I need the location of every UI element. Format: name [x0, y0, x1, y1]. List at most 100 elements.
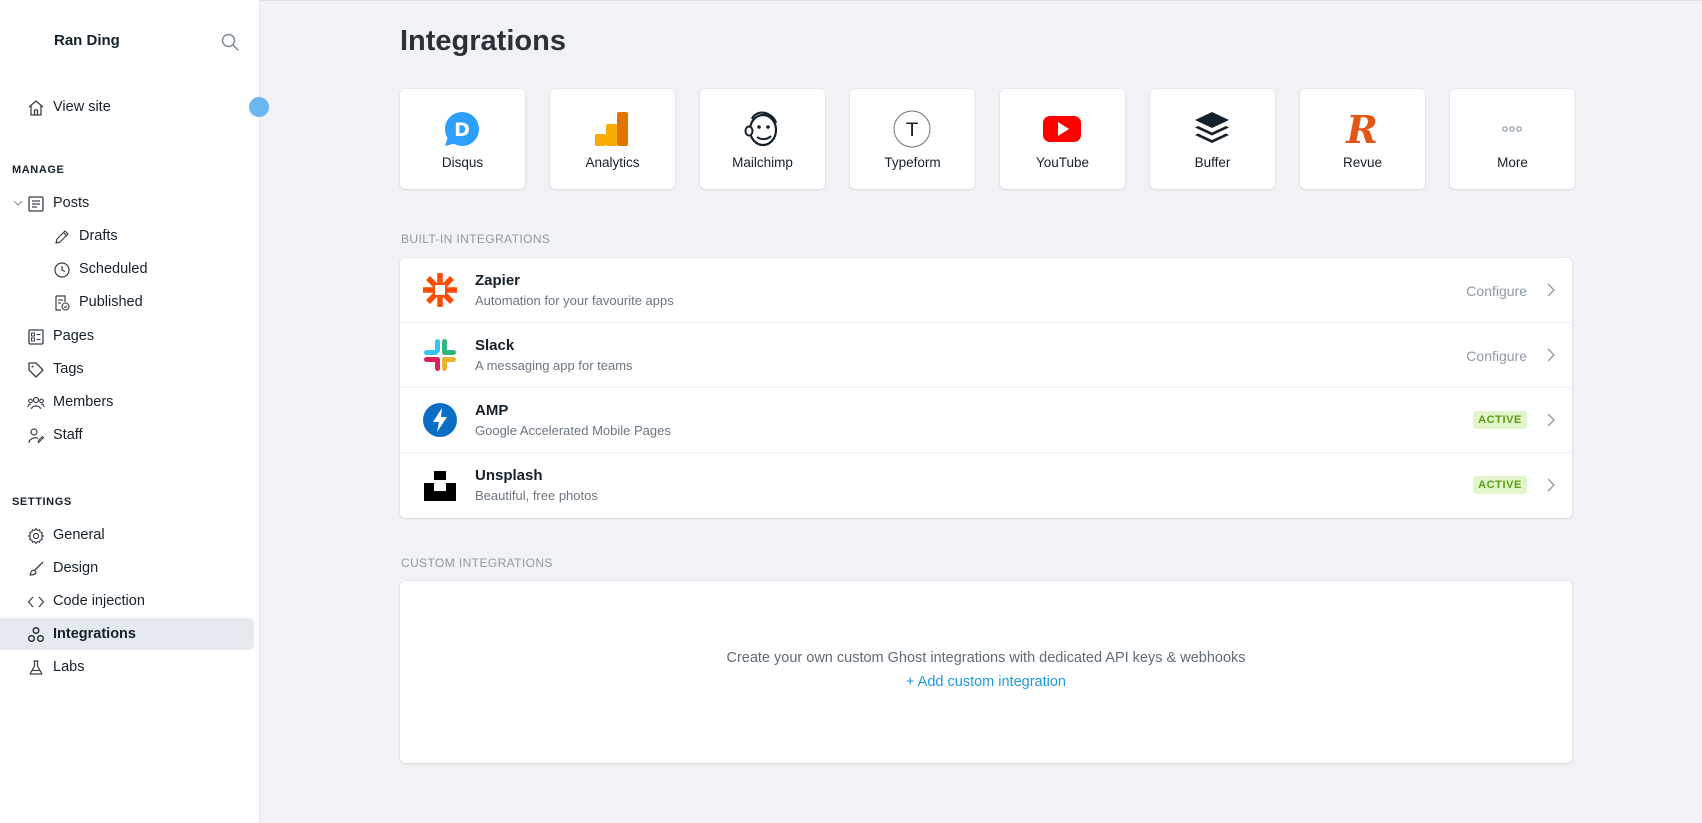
tag-icon: [28, 362, 44, 378]
manage-section-title: MANAGE: [12, 164, 65, 176]
chevron-right-icon: [1547, 478, 1555, 492]
sidebar-item-label: Labs: [53, 659, 85, 675]
tile-label: Buffer: [1194, 155, 1231, 170]
tile-label: Analytics: [585, 155, 640, 170]
chevron-right-icon: [1547, 348, 1555, 362]
zapier-icon: [423, 273, 457, 307]
sidebar-item-label: Published: [79, 294, 143, 310]
sidebar-item-published[interactable]: Published: [0, 286, 254, 318]
sidebar: Ran Ding View site MANAGE Posts Drafts S…: [0, 0, 269, 823]
tile-youtube[interactable]: YouTube: [1000, 89, 1125, 189]
sidebar-item-label: Posts: [53, 195, 90, 211]
integration-description: Google Accelerated Mobile Pages: [475, 423, 671, 438]
sidebar-item-label: Code injection: [53, 593, 145, 609]
active-badge: ACTIVE: [1473, 476, 1527, 494]
tile-label: Disqus: [441, 155, 484, 170]
sidebar-item-label: Members: [53, 394, 114, 410]
unsplash-icon: [424, 471, 456, 501]
configure-button[interactable]: Configure: [1466, 283, 1527, 299]
sidebar-item-scheduled[interactable]: Scheduled: [0, 253, 254, 285]
sidebar-item-label: Integrations: [53, 626, 136, 642]
revue-icon: R: [1345, 109, 1378, 149]
tile-buffer[interactable]: Buffer: [1150, 89, 1275, 189]
amp-icon: [423, 403, 457, 437]
site-title[interactable]: Ran Ding: [54, 32, 120, 49]
sidebar-item-integrations[interactable]: Integrations: [0, 618, 254, 650]
published-icon: [55, 295, 70, 311]
sidebar-item-label: Pages: [53, 328, 95, 344]
integration-name: Slack: [475, 337, 515, 354]
buffer-icon: [1195, 112, 1229, 143]
sidebar-item-posts[interactable]: Posts: [0, 187, 254, 219]
integration-name: Unsplash: [475, 467, 543, 484]
sidebar-item-general[interactable]: General: [0, 519, 254, 551]
tile-analytics[interactable]: Analytics: [550, 89, 675, 189]
sidebar-item-label: View site: [53, 99, 111, 115]
tile-disqus[interactable]: D Disqus: [400, 89, 525, 189]
sidebar-item-label: Drafts: [79, 228, 118, 244]
integration-row-zapier[interactable]: Zapier Automation for your favourite app…: [400, 258, 1572, 323]
sidebar-item-view-site[interactable]: View site: [0, 91, 254, 123]
sidebar-item-tags[interactable]: Tags: [0, 353, 254, 385]
tile-label: Revue: [1342, 155, 1383, 170]
sidebar-item-drafts[interactable]: Drafts: [0, 220, 254, 252]
tile-label: Mailchimp: [732, 155, 793, 170]
active-badge: ACTIVE: [1473, 411, 1527, 429]
sidebar-item-staff[interactable]: Staff: [0, 419, 254, 451]
integration-name: Zapier: [475, 272, 521, 289]
sidebar-item-label: Staff: [53, 427, 83, 443]
sidebar-item-label: Scheduled: [79, 261, 148, 277]
integration-description: Beautiful, free photos: [475, 488, 598, 503]
sidebar-item-design[interactable]: Design: [0, 552, 254, 584]
sidebar-item-label: Tags: [53, 361, 84, 377]
tile-typeform[interactable]: T Typeform: [850, 89, 975, 189]
search-icon[interactable]: [220, 32, 240, 52]
integrations-icon: [28, 627, 44, 642]
staff-icon: [28, 428, 45, 444]
chevron-down-icon[interactable]: [12, 197, 24, 209]
builtin-integrations-title: BUILT-IN INTEGRATIONS: [401, 232, 551, 246]
svg-text:R: R: [1345, 109, 1378, 149]
home-icon: [28, 100, 44, 116]
notification-dot[interactable]: [249, 97, 269, 117]
chevron-right-icon: [1547, 413, 1555, 427]
integration-row-slack[interactable]: Slack A messaging app for teams Configur…: [400, 323, 1572, 388]
add-custom-integration-button[interactable]: + Add custom integration: [906, 674, 1066, 690]
builtin-integrations-list: Zapier Automation for your favourite app…: [400, 258, 1572, 518]
tile-revue[interactable]: R Revue: [1300, 89, 1425, 189]
analytics-icon: [595, 112, 628, 146]
add-custom-integration-row: + Add custom integration: [400, 674, 1572, 690]
configure-button[interactable]: Configure: [1466, 348, 1527, 364]
flask-icon: [29, 660, 43, 675]
sidebar-item-label: Design: [53, 560, 99, 576]
slack-icon: [424, 339, 456, 371]
more-icon: [1502, 126, 1522, 132]
disqus-icon: D: [445, 112, 479, 146]
top-border: [260, 0, 1702, 1]
sidebar-item-pages[interactable]: Pages: [0, 320, 254, 352]
code-icon: [27, 596, 45, 608]
pencil-icon: [55, 230, 69, 244]
tile-more[interactable]: More: [1450, 89, 1575, 189]
integration-row-unsplash[interactable]: Unsplash Beautiful, free photos ACTIVE: [400, 453, 1572, 518]
sidebar-item-label: General: [53, 527, 105, 543]
integration-description: A messaging app for teams: [475, 358, 633, 373]
svg-text:T: T: [905, 119, 918, 141]
integration-row-amp[interactable]: AMP Google Accelerated Mobile Pages ACTI…: [400, 388, 1572, 453]
mailchimp-icon: [744, 111, 778, 147]
sidebar-item-labs[interactable]: Labs: [0, 651, 254, 683]
sidebar-item-code-injection[interactable]: Code injection: [0, 585, 254, 617]
svg-text:D: D: [454, 119, 470, 141]
tile-mailchimp[interactable]: Mailchimp: [700, 89, 825, 189]
members-icon: [27, 396, 45, 410]
typeform-icon: T: [893, 110, 931, 148]
gear-icon: [27, 527, 45, 545]
custom-integrations-panel: Create your own custom Ghost integration…: [400, 581, 1572, 763]
custom-integrations-title: CUSTOM INTEGRATIONS: [401, 556, 553, 570]
custom-integrations-description: Create your own custom Ghost integration…: [726, 650, 1246, 666]
tile-label: More: [1497, 155, 1528, 170]
integration-name: AMP: [475, 402, 509, 419]
youtube-icon: [1043, 116, 1081, 142]
pages-icon: [28, 329, 44, 345]
sidebar-item-members[interactable]: Members: [0, 386, 254, 418]
